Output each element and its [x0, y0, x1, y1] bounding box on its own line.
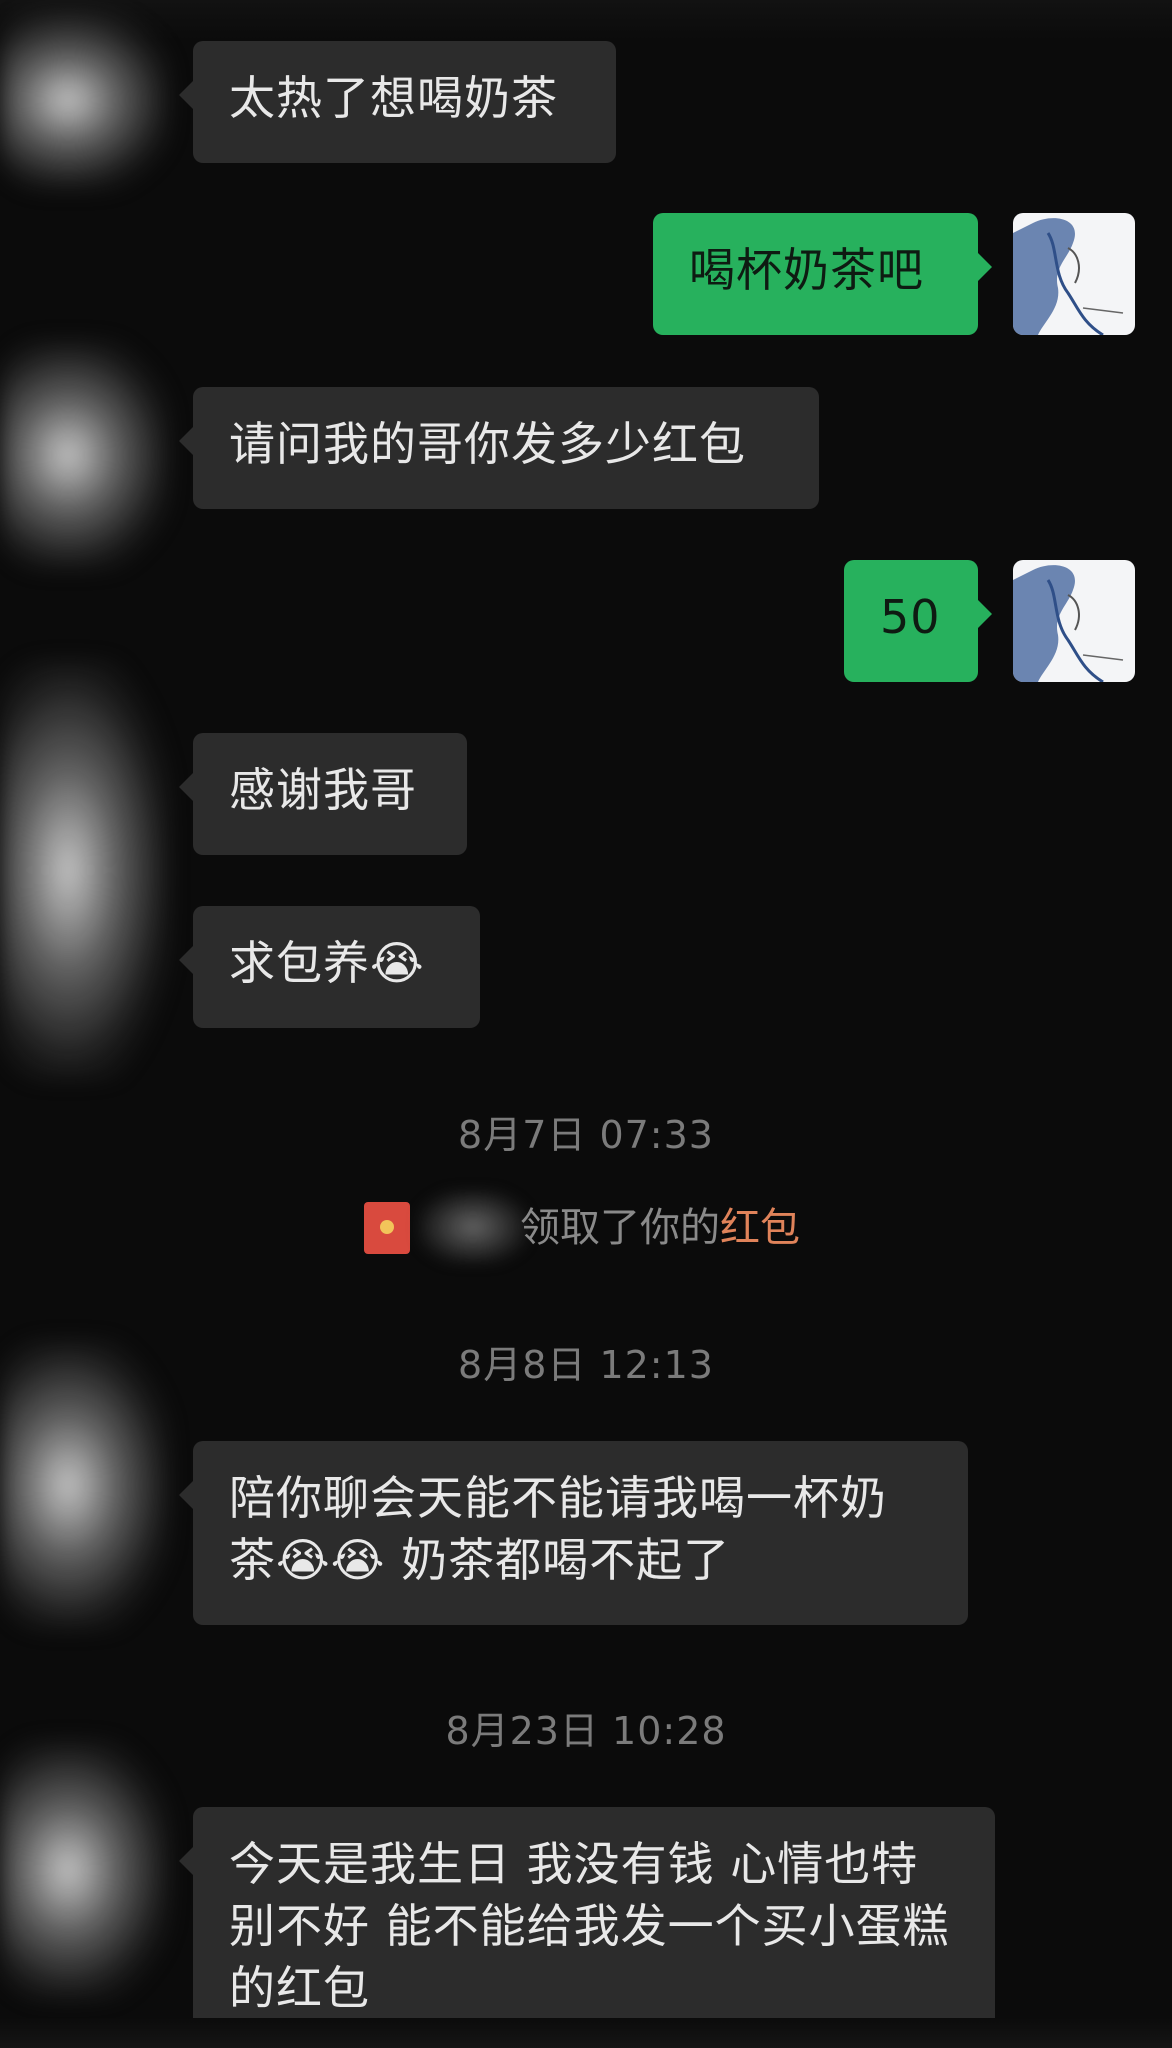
red-packet-icon — [364, 1202, 410, 1254]
incoming-message[interactable]: 请问我的哥你发多少红包 — [179, 387, 819, 509]
my-avatar[interactable] — [1013, 560, 1135, 682]
contact-avatar-blurred[interactable] — [0, 660, 170, 1080]
chat-window[interactable]: 太热了想喝奶茶 喝杯奶茶吧 请问我的哥你发多少红包 50 感谢我哥 求包养😭 8… — [0, 0, 1172, 2048]
my-avatar[interactable] — [1013, 213, 1135, 335]
blurred-name — [418, 1190, 528, 1264]
message-text: 请问我的哥你发多少红包 — [229, 417, 746, 471]
incoming-message[interactable]: 陪你聊会天能不能请我喝一杯奶茶😭😭 奶茶都喝不起了 — [179, 1441, 968, 1625]
incoming-message[interactable]: 太热了想喝奶茶 — [179, 41, 616, 163]
outgoing-message[interactable]: 喝杯奶茶吧 — [653, 213, 992, 335]
message-text: 太热了想喝奶茶 — [229, 71, 558, 125]
incoming-message[interactable]: 求包养😭 — [179, 906, 480, 1028]
contact-avatar-blurred[interactable] — [0, 340, 170, 570]
bottom-edge — [0, 2018, 1172, 2048]
message-text: 感谢我哥 — [229, 763, 417, 817]
message-text: 50 — [880, 590, 941, 644]
timestamp: 8月23日 10:28 — [445, 1709, 727, 1753]
avatar-sketch-icon — [1013, 565, 1124, 682]
red-packet-notice[interactable]: 领取了你的红包 — [0, 1190, 1172, 1264]
system-text: 领取了你的红包 — [520, 1198, 800, 1258]
contact-avatar-blurred[interactable] — [0, 10, 170, 190]
avatar-sketch-icon — [1013, 218, 1124, 335]
message-text: 求包养😭 — [229, 936, 425, 990]
incoming-message[interactable]: 感谢我哥 — [179, 733, 467, 855]
top-edge — [0, 0, 1172, 40]
contact-avatar-blurred[interactable] — [0, 1740, 170, 2000]
message-text: 今天是我生日 我没有钱 心情也特别不好 能不能给我发一个买小蛋糕的红包 — [229, 1837, 950, 2015]
timestamp: 8月8日 12:13 — [458, 1343, 714, 1387]
message-text: 喝杯奶茶吧 — [689, 243, 924, 297]
message-text: 陪你聊会天能不能请我喝一杯奶茶😭😭 奶茶都喝不起了 — [229, 1471, 887, 1587]
timestamp: 8月7日 07:33 — [458, 1113, 714, 1157]
red-packet-link[interactable]: 红包 — [720, 1205, 800, 1251]
system-message: 领取了你的 — [520, 1205, 720, 1251]
incoming-message[interactable]: 今天是我生日 我没有钱 心情也特别不好 能不能给我发一个买小蛋糕的红包 — [179, 1807, 995, 2048]
outgoing-message[interactable]: 50 — [844, 560, 992, 682]
